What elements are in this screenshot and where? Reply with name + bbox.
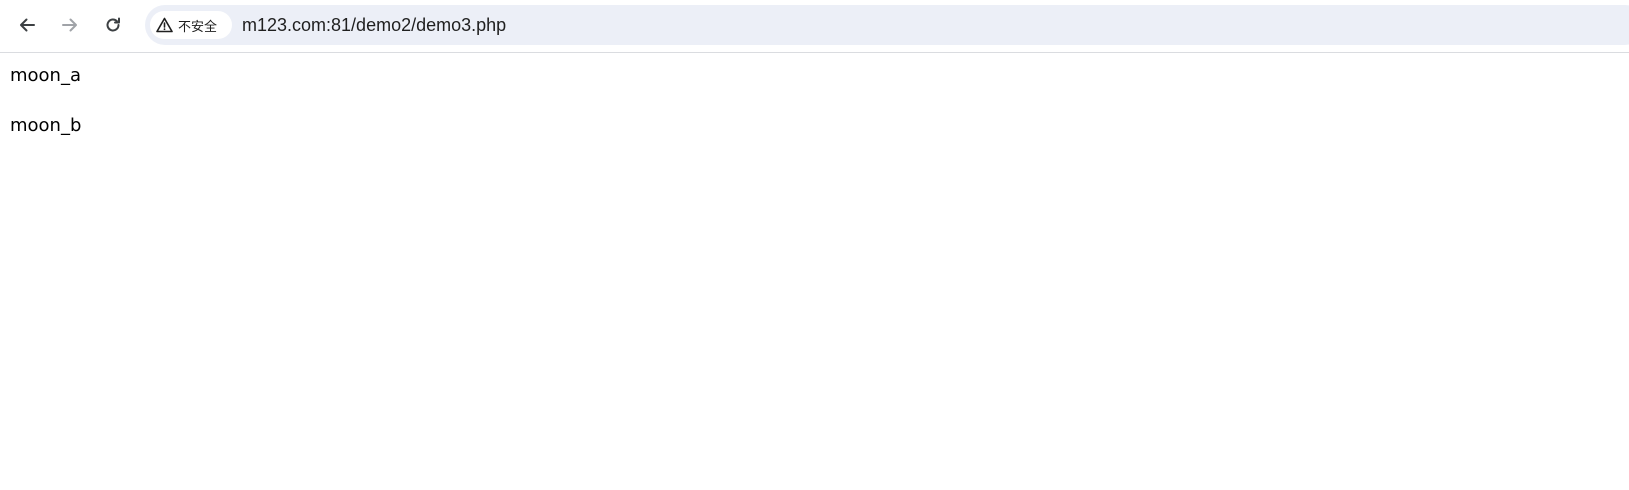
reload-icon (106, 17, 120, 32)
text-line: moon_a (10, 65, 81, 86)
text-line: moon_b (10, 115, 82, 136)
arrow-left-icon (20, 18, 35, 32)
forward-button[interactable] (53, 8, 87, 42)
browser-toolbar: 不安全 m123.com:81/demo2/demo3.php (0, 0, 1629, 53)
warning-triangle-icon (156, 17, 173, 33)
url-text[interactable]: m123.com:81/demo2/demo3.php (242, 5, 506, 45)
back-button[interactable] (10, 8, 44, 42)
reload-button[interactable] (96, 8, 130, 42)
arrow-right-icon (62, 18, 77, 32)
security-indicator[interactable]: 不安全 (150, 11, 232, 39)
address-bar[interactable]: 不安全 m123.com:81/demo2/demo3.php (145, 5, 1629, 45)
security-label: 不安全 (178, 19, 218, 35)
